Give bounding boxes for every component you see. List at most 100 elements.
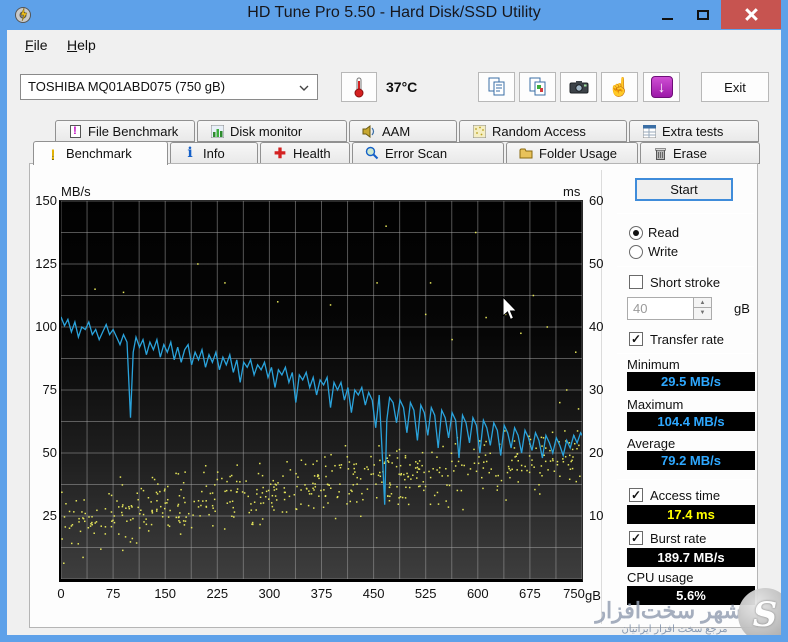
tab-label: File Benchmark [88, 123, 179, 139]
average-value: 79.2 MB/s [627, 451, 755, 470]
copy-image-button[interactable] [519, 72, 556, 102]
x-axis-tick: 450 [362, 586, 385, 601]
maximum-value: 104.4 MB/s [627, 412, 755, 431]
tab-extra-tests[interactable]: Extra tests [629, 120, 759, 142]
x-axis-tick: 675 [519, 586, 541, 601]
x-axis-tick: 525 [414, 586, 437, 601]
tab-erase[interactable]: Erase [640, 142, 760, 164]
thermometer-icon [354, 77, 364, 98]
menu-bar: File Help [7, 30, 781, 60]
tab-aam[interactable]: AAM [349, 120, 457, 142]
temperature-value: 37°C [386, 79, 418, 95]
x-axis-tick: 300 [258, 586, 281, 601]
camera-icon [569, 81, 588, 94]
erase-icon [653, 146, 667, 160]
read-radio[interactable] [629, 226, 643, 240]
disk-monitor-icon [210, 124, 224, 138]
burst-rate-label[interactable]: Burst rate [650, 531, 706, 546]
right-axis-tick: 60 [589, 193, 604, 208]
maximize-icon [697, 9, 709, 20]
tab-file-benchmark[interactable]: ! File Benchmark [55, 120, 195, 142]
tab-disk-monitor[interactable]: Disk monitor [197, 120, 347, 142]
left-axis-tick: 75 [42, 382, 57, 397]
tab-label: Erase [673, 145, 707, 161]
x-axis-tick: 225 [206, 586, 229, 601]
copy-image-icon [529, 77, 545, 96]
hand-icon: ☝ [608, 76, 631, 97]
update-button[interactable]: ↓ [643, 72, 680, 102]
minimum-value: 29.5 MB/s [627, 372, 755, 391]
x-axis-tick: 150 [154, 586, 177, 601]
spinner-up-icon[interactable]: ▲ [694, 298, 711, 308]
tab-error-scan[interactable]: Error Scan [352, 142, 504, 164]
burst-rate-checkbox[interactable] [629, 531, 643, 545]
watermark-subtitle: مرجع سخت افزار ایرانیان [621, 624, 728, 635]
spinner-arrows[interactable]: ▲ ▼ [693, 298, 711, 319]
error-scan-icon [365, 146, 379, 160]
right-axis-tick: 20 [589, 445, 604, 460]
x-axis-tick: 75 [105, 586, 121, 601]
access-time-checkbox[interactable] [629, 488, 643, 502]
short-stroke-label[interactable]: Short stroke [650, 275, 720, 290]
cpu-usage-label: CPU usage [627, 570, 694, 585]
exit-button[interactable]: Exit [701, 72, 769, 102]
transfer-rate-checkbox[interactable] [629, 332, 643, 346]
short-stroke-unit: gB [734, 301, 750, 316]
spinner-down-icon[interactable]: ▼ [694, 308, 711, 318]
x-axis-tick: 600 [466, 586, 489, 601]
right-axis-tick: 40 [589, 319, 604, 334]
file-benchmark-icon: ! [68, 124, 82, 138]
right-axis-tick: 10 [589, 508, 604, 523]
drive-select-dropdown[interactable]: TOSHIBA MQ01ABD075 (750 gB) [20, 74, 318, 100]
benchmark-chart [59, 200, 583, 582]
temperature-button[interactable] [341, 72, 377, 102]
close-icon [744, 8, 758, 21]
left-axis-tick: 50 [42, 445, 57, 460]
title-bar: HD Tune Pro 5.50 - Hard Disk/SSD Utility [7, 0, 781, 30]
left-axis-tick: 100 [35, 319, 57, 334]
access-time-label[interactable]: Access time [650, 488, 720, 503]
menu-file[interactable]: File [17, 30, 56, 60]
tab-random-access[interactable]: Random Access [459, 120, 627, 142]
benchmark-icon: ! [50, 145, 56, 162]
maximum-label: Maximum [627, 397, 684, 412]
start-button[interactable]: Start [635, 178, 733, 201]
tab-label: Health [293, 145, 331, 161]
tab-health[interactable]: ✚ Health [260, 142, 350, 164]
average-label: Average [627, 436, 676, 451]
watermark-title: شهر سخت‌افزار [595, 598, 742, 623]
right-axis-tick: 30 [589, 382, 604, 397]
short-stroke-checkbox[interactable] [629, 275, 643, 289]
download-arrow-icon: ↓ [650, 76, 673, 98]
tab-label: Disk monitor [230, 123, 303, 139]
options-button[interactable]: ☝ [601, 72, 638, 102]
burst-rate-value: 189.7 MB/s [627, 548, 755, 567]
short-stroke-size-input[interactable]: 40 ▲ ▼ [627, 297, 712, 320]
maximize-button[interactable] [686, 0, 720, 29]
separator [617, 479, 754, 480]
left-axis-tick: 25 [42, 508, 57, 523]
transfer-rate-label[interactable]: Transfer rate [650, 332, 724, 347]
minimize-button[interactable] [650, 0, 684, 29]
menu-help[interactable]: Help [59, 30, 104, 60]
chart-canvas [61, 201, 582, 579]
minimum-label: Minimum [627, 357, 680, 372]
close-button[interactable] [721, 0, 781, 29]
tab-info[interactable]: i Info [170, 142, 258, 164]
separator [617, 266, 754, 267]
left-axis-unit: MB/s [61, 184, 91, 199]
left-axis-tick: 150 [35, 193, 57, 208]
write-radio-label[interactable]: Write [648, 244, 678, 259]
access-time-value: 17.4 ms [627, 505, 755, 524]
copy-text-button[interactable] [478, 72, 515, 102]
separator [617, 353, 754, 354]
extra-tests-icon [642, 124, 656, 138]
screenshot-button[interactable] [560, 72, 597, 102]
read-radio-label[interactable]: Read [648, 225, 679, 240]
drive-select-value: TOSHIBA MQ01ABD075 (750 gB) [28, 79, 226, 94]
tab-label: Random Access [492, 123, 586, 139]
info-icon: i [187, 145, 193, 161]
write-radio[interactable] [629, 245, 643, 259]
tab-benchmark[interactable]: ! Benchmark [33, 141, 168, 165]
tab-folder-usage[interactable]: Folder Usage [506, 142, 638, 164]
